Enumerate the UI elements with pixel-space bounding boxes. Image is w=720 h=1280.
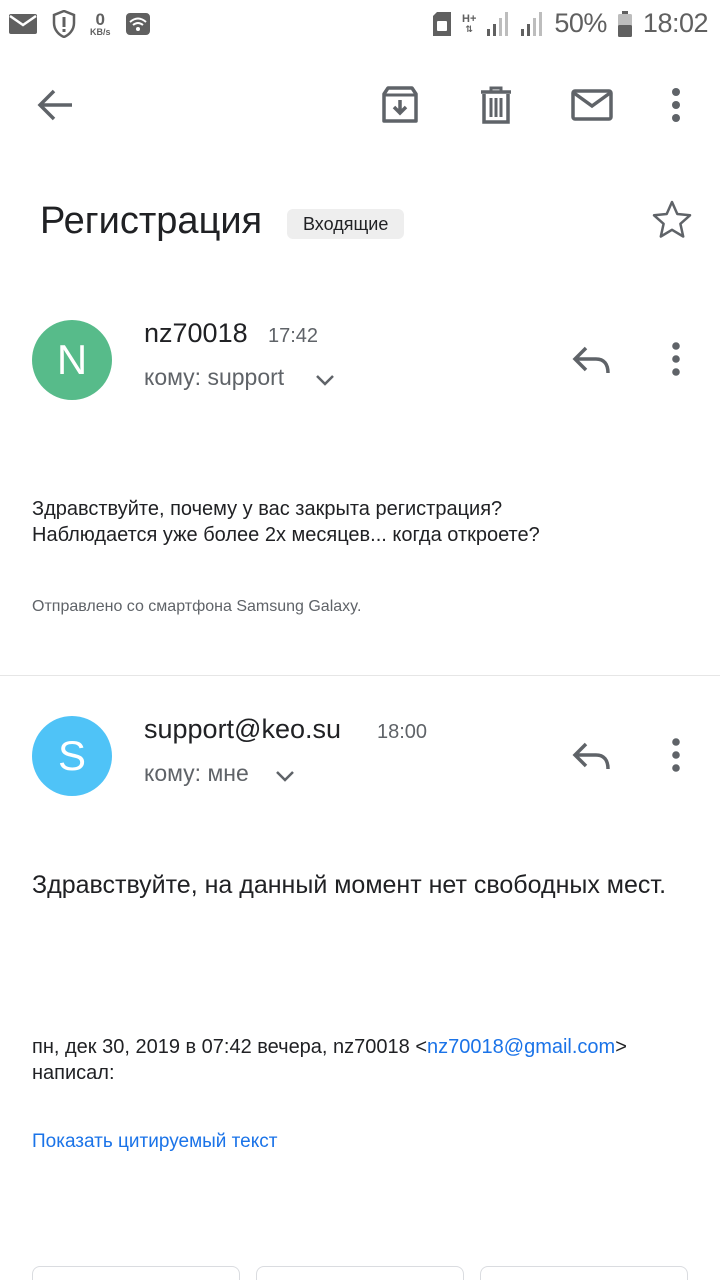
data-transfer-icon: ⇅ xyxy=(465,23,473,34)
message-body: Здравствуйте, почему у вас закрыта регис… xyxy=(32,496,540,548)
network-speed-value: 0 xyxy=(95,10,105,29)
avatar[interactable]: N xyxy=(32,320,112,400)
more-vert-icon xyxy=(672,88,680,122)
mail-icon xyxy=(571,89,613,121)
star-outline-icon xyxy=(652,200,692,238)
avatar[interactable]: S xyxy=(32,716,112,796)
mark-unread-button[interactable] xyxy=(567,80,617,130)
signal-strength-icon xyxy=(487,11,509,36)
quote-email-link[interactable]: nz70018@gmail.com xyxy=(427,1036,615,1058)
more-options-button[interactable] xyxy=(651,80,701,130)
message-more-button[interactable] xyxy=(666,340,686,384)
sender-name[interactable]: support@keo.su xyxy=(144,714,341,745)
chevron-down-icon[interactable] xyxy=(273,764,297,788)
forward-bottom-button[interactable] xyxy=(480,1266,688,1280)
reply-all-bottom-button[interactable] xyxy=(256,1266,464,1280)
email-subject: Регистрация xyxy=(40,200,263,242)
message-body: Здравствуйте, на данный момент нет свобо… xyxy=(32,871,667,899)
more-vert-icon xyxy=(672,342,680,376)
more-vert-icon xyxy=(672,738,680,772)
sender-name[interactable]: nz70018 xyxy=(144,318,248,349)
battery-icon xyxy=(617,10,632,37)
delete-button[interactable] xyxy=(471,80,521,130)
label-chip-inbox[interactable]: Входящие xyxy=(287,209,405,239)
clock: 18:02 xyxy=(642,8,709,38)
network-speed: 0 KB/s xyxy=(90,11,111,37)
star-button[interactable] xyxy=(650,198,694,242)
show-quoted-text-link[interactable]: Показать цитируемый текст xyxy=(32,1131,277,1153)
trash-icon xyxy=(481,86,511,124)
message-body-line: Наблюдается уже более 2х месяцев... когд… xyxy=(32,524,540,546)
network-type: H+ ⇅ xyxy=(462,12,477,34)
mail-notification-icon xyxy=(9,14,37,34)
shield-alert-icon xyxy=(52,10,76,38)
chevron-down-icon[interactable] xyxy=(313,368,337,392)
avatar-letter: N xyxy=(56,336,88,383)
message-divider xyxy=(0,675,720,676)
email-toolbar xyxy=(0,60,720,150)
quote-prefix: пн, дек 30, 2019 в 07:42 вечера, nz70018… xyxy=(32,1036,428,1058)
avatar-letter: S xyxy=(57,732,86,779)
recipient-details[interactable]: кому: support xyxy=(144,364,284,391)
reply-button[interactable] xyxy=(570,734,614,778)
reply-button[interactable] xyxy=(570,338,614,382)
message-more-button[interactable] xyxy=(666,736,686,780)
battery-percent: 50% xyxy=(554,8,607,38)
status-bar: 0 KB/s H+ ⇅ 50% 18:02 xyxy=(0,0,720,50)
reply-icon xyxy=(572,742,610,770)
archive-button[interactable] xyxy=(375,80,425,130)
recipient-details[interactable]: кому: мне xyxy=(144,760,249,787)
message-body-line: Здравствуйте, почему у вас закрыта регис… xyxy=(32,498,503,520)
wifi-icon xyxy=(125,13,150,35)
network-type-label: H+ xyxy=(462,12,477,25)
message-time: 17:42 xyxy=(268,325,319,347)
back-button[interactable] xyxy=(30,80,80,130)
archive-icon xyxy=(382,86,418,123)
quote-header: пн, дек 30, 2019 в 07:42 вечера, nz70018… xyxy=(32,1034,702,1086)
arrow-back-icon xyxy=(37,89,72,121)
reply-bottom-button[interactable] xyxy=(32,1266,240,1280)
message-time: 18:00 xyxy=(377,721,428,743)
message-signature: Отправлено со смартфона Samsung Galaxy. xyxy=(32,598,362,615)
network-speed-unit: KB/s xyxy=(90,27,111,37)
sim-card-icon xyxy=(433,11,451,36)
reply-icon xyxy=(572,346,610,374)
signal-strength-2-icon xyxy=(521,11,543,36)
